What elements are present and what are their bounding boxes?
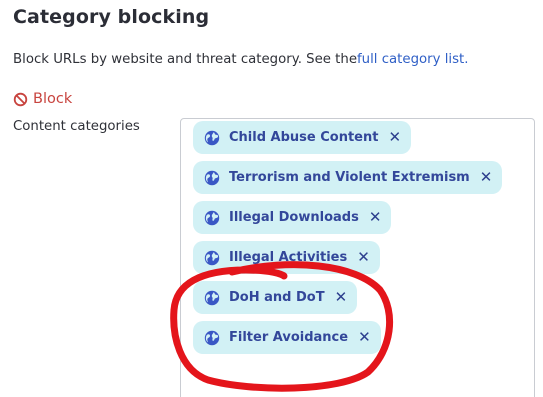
globe-icon xyxy=(204,290,220,305)
remove-chip-button[interactable]: ✕ xyxy=(335,290,348,305)
block-text: Block xyxy=(33,91,73,107)
globe-icon xyxy=(204,130,220,145)
globe-icon xyxy=(204,170,220,185)
category-chip: Filter Avoidance ✕ xyxy=(193,321,381,354)
section-title: Category blocking xyxy=(13,6,210,28)
remove-chip-button[interactable]: ✕ xyxy=(358,330,371,345)
category-chip: Child Abuse Content ✕ xyxy=(193,121,412,154)
block-action-label: Block xyxy=(13,91,72,107)
category-chip: Illegal Downloads ✕ xyxy=(193,201,392,234)
full-category-list-link[interactable]: full category list. xyxy=(357,52,468,67)
remove-chip-button[interactable]: ✕ xyxy=(369,210,382,225)
category-chip: Terrorism and Violent Extremism ✕ xyxy=(193,161,503,194)
remove-chip-button[interactable]: ✕ xyxy=(357,250,370,265)
category-chip-label: Illegal Activities xyxy=(229,250,348,265)
remove-chip-button[interactable]: ✕ xyxy=(480,170,493,185)
category-chip-label: Filter Avoidance xyxy=(229,330,349,345)
globe-icon xyxy=(204,250,220,265)
description-text: Block URLs by website and threat categor… xyxy=(13,52,357,67)
category-blocking-panel: Category blocking Block URLs by website … xyxy=(0,0,543,397)
remove-chip-button[interactable]: ✕ xyxy=(388,130,401,145)
content-categories-select[interactable]: Child Abuse Content ✕ Terrorism and Viol… xyxy=(180,118,535,397)
content-categories-label: Content categories xyxy=(13,119,140,134)
category-chip-label: DoH and DoT xyxy=(229,290,325,305)
category-chip: DoH and DoT ✕ xyxy=(193,281,358,314)
category-chip-label: Illegal Downloads xyxy=(229,210,359,225)
block-icon xyxy=(13,92,28,106)
globe-icon xyxy=(204,210,220,225)
globe-icon xyxy=(204,330,220,345)
category-chip-label: Terrorism and Violent Extremism xyxy=(229,170,470,185)
category-chip-label: Child Abuse Content xyxy=(229,130,379,145)
category-chip: Illegal Activities ✕ xyxy=(193,241,380,274)
section-description: Block URLs by website and threat categor… xyxy=(13,52,468,67)
